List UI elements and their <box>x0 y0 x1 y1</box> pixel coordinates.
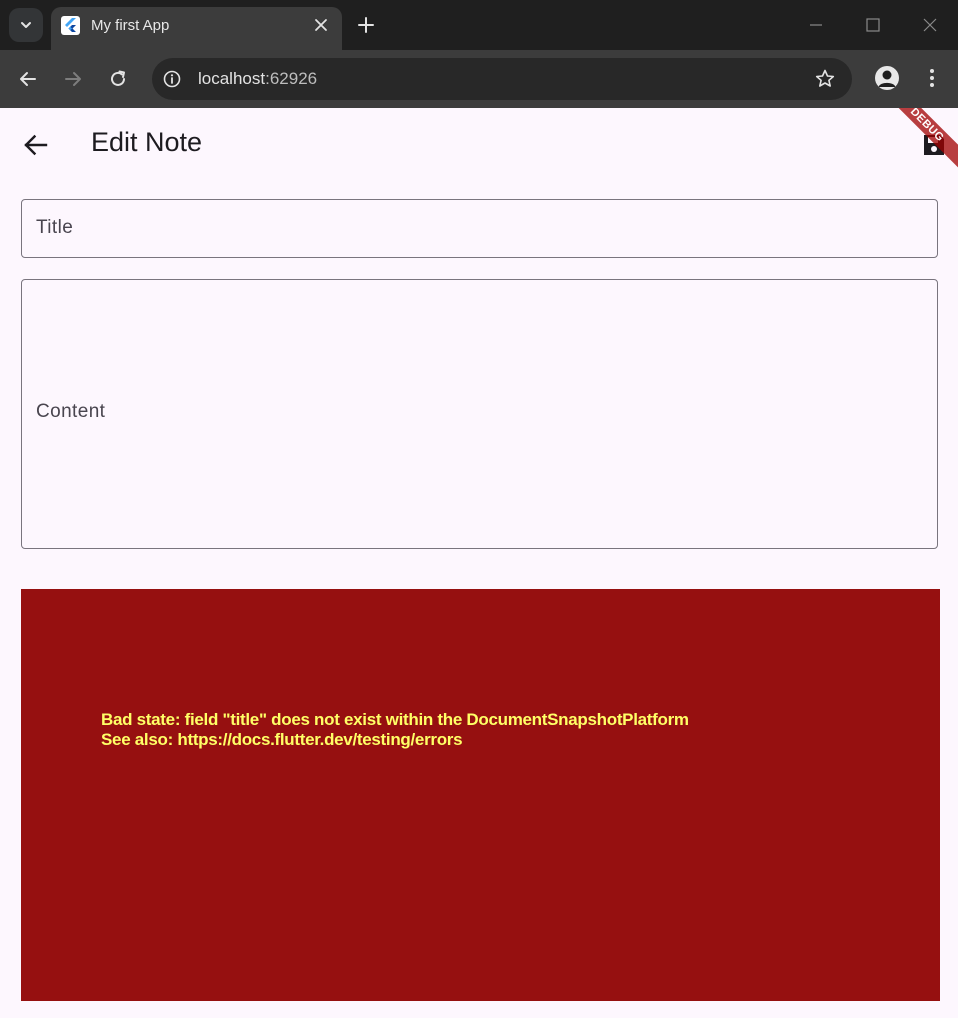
info-icon[interactable] <box>163 70 181 88</box>
account-icon[interactable] <box>875 66 899 90</box>
chevron-down-icon <box>21 22 31 28</box>
tab-title: My first App <box>91 17 170 34</box>
error-message: Bad state: field "title" does not exist … <box>101 710 689 750</box>
title-field-label: Title <box>36 217 74 238</box>
kebab-menu-icon[interactable] <box>922 67 942 89</box>
tab-search-button[interactable] <box>9 8 43 42</box>
browser-tab-strip: My first App <box>0 0 958 50</box>
close-icon[interactable] <box>313 17 329 33</box>
star-icon[interactable] <box>814 68 836 90</box>
content-field-label: Content <box>36 401 106 422</box>
flutter-logo-icon <box>61 16 80 35</box>
maximize-icon[interactable] <box>863 15 883 35</box>
title-field[interactable]: Title <box>21 199 938 258</box>
plus-icon[interactable] <box>357 16 375 34</box>
browser-toolbar: localhost:62926 <box>0 50 958 108</box>
minimize-icon[interactable] <box>806 15 826 35</box>
error-widget: Bad state: field "title" does not exist … <box>21 589 940 1001</box>
url-text[interactable]: localhost:62926 <box>198 69 317 89</box>
content-field[interactable]: Content <box>21 279 938 549</box>
reload-icon[interactable] <box>107 68 129 90</box>
error-line-2: See also: https://docs.flutter.dev/testi… <box>101 730 463 749</box>
arrow-left-icon[interactable] <box>22 131 50 159</box>
url-port: :62926 <box>265 69 318 88</box>
browser-tab-active[interactable]: My first App <box>51 7 342 50</box>
flutter-app: Edit Note DEBUG Title Content Bad state:… <box>0 108 958 1018</box>
forward-icon[interactable] <box>62 68 84 90</box>
page-title: Edit Note <box>91 127 203 157</box>
close-window-icon[interactable] <box>920 15 940 35</box>
back-icon[interactable] <box>17 68 39 90</box>
debug-banner: DEBUG <box>878 108 958 174</box>
error-line-1: Bad state: field "title" does not exist … <box>101 710 689 729</box>
address-bar[interactable]: localhost:62926 <box>152 58 852 100</box>
url-host: localhost <box>198 69 266 88</box>
